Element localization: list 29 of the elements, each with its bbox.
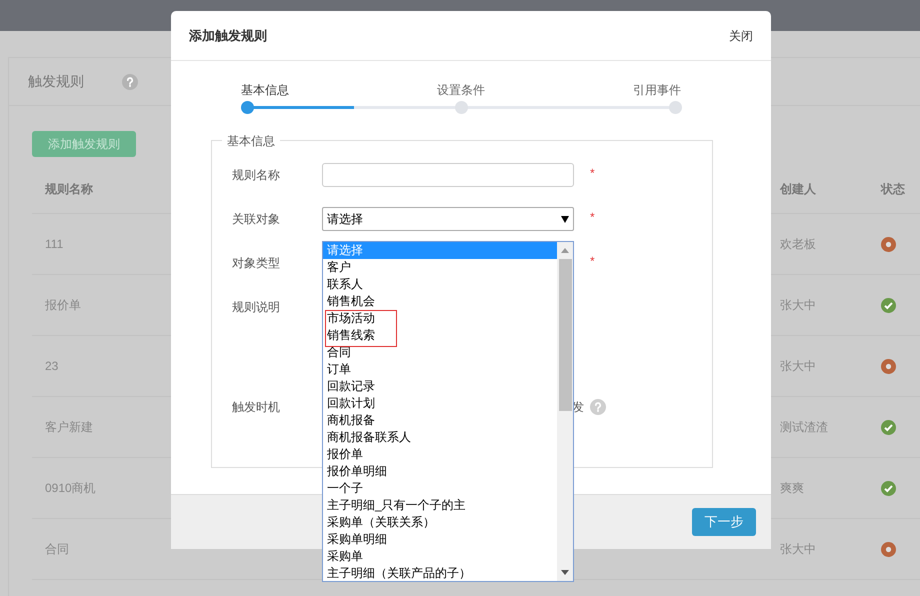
table-cell: 欢老板 [780, 237, 816, 251]
required-mark: * [590, 165, 595, 182]
required-mark: * [590, 209, 595, 226]
field-label: 对象类型 [232, 255, 281, 272]
column-header: 创建人 [780, 181, 817, 198]
table-cell: 111 [45, 237, 64, 251]
table-cell: 合同 [45, 542, 69, 556]
field-label: 规则名称 [232, 167, 281, 184]
table-cell: 客户新建 [45, 420, 93, 434]
dialog-title: 添加触发规则 [189, 26, 267, 45]
table-cell: 23 [45, 359, 58, 373]
table-cell: 报价单 [45, 298, 81, 312]
required-mark: * [590, 253, 595, 270]
page-title: 触发规则 [28, 72, 84, 91]
table-cell: 张大中 [780, 542, 816, 556]
table-cell: 0910商机 [45, 481, 96, 495]
field-label: 规则说明 [232, 299, 281, 316]
fieldset-legend: 基本信息 [222, 132, 280, 150]
step-label: 引用事件 [633, 82, 681, 99]
table-cell: 张大中 [780, 359, 816, 373]
field-label: 触发时机 [232, 399, 281, 416]
table-cell: 测试渣渣 [780, 420, 828, 434]
column-header: 状态 [881, 181, 905, 198]
column-header: 规则名称 [45, 181, 94, 198]
step-label: 设置条件 [437, 82, 485, 99]
table-cell: 张大中 [780, 298, 816, 312]
step-label: 基本信息 [241, 82, 289, 99]
table-cell: 爽爽 [780, 481, 804, 495]
field-label: 关联对象 [232, 211, 281, 228]
